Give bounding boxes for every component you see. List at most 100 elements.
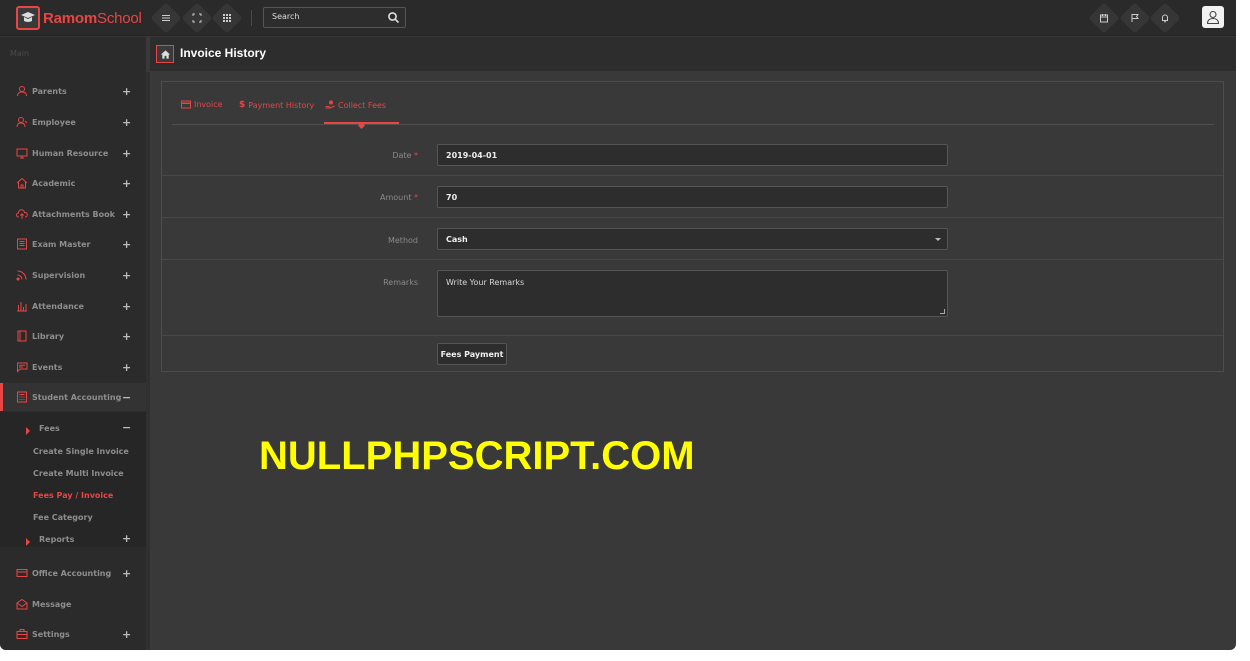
chevron-down-icon (935, 238, 941, 241)
sidebar-item-supervision[interactable]: Supervision + (0, 261, 146, 289)
fees-payment-button[interactable]: Fees Payment (437, 343, 507, 365)
brand-logo[interactable]: RamomSchool (16, 5, 142, 31)
method-label: Method (387, 236, 418, 245)
sidebar-item-library[interactable]: Library + (0, 322, 146, 350)
amount-field[interactable]: 70 (437, 186, 948, 208)
toolbox-icon (16, 629, 28, 639)
sidebar-edge (146, 72, 150, 650)
bell-icon[interactable] (1154, 7, 1176, 29)
sidebar-item-student-accounting[interactable]: Student Accounting − (0, 383, 146, 411)
expand-icon[interactable]: + (122, 85, 131, 98)
remarks-label: Remarks (383, 278, 418, 287)
resize-handle-icon[interactable] (940, 309, 945, 314)
method-select[interactable]: Cash (437, 228, 948, 250)
flag-icon[interactable] (1124, 7, 1146, 29)
sidebar-item-office-accounting[interactable]: Office Accounting + (0, 559, 146, 587)
sidebar-item-events[interactable]: Events + (0, 353, 146, 381)
sidebar-item-parents[interactable]: Parents + (0, 77, 146, 105)
page-header: Invoice History (150, 37, 1236, 71)
expand-icon[interactable]: + (122, 628, 131, 641)
sidebar-item-label: Office Accounting (32, 568, 112, 578)
sidebar-item-label: Settings (32, 629, 70, 639)
search-input[interactable]: Search (272, 12, 299, 21)
submenu-item-fee-category[interactable]: Fee Category (33, 513, 93, 522)
expand-icon[interactable]: + (122, 330, 131, 343)
expand-icon[interactable]: + (122, 269, 131, 282)
collapse-icon[interactable]: − (122, 421, 131, 434)
submenu-item-fees-pay-invoice[interactable]: Fees Pay / Invoice (33, 491, 113, 500)
brand-name: RamomSchool (43, 10, 142, 27)
brand-name-light: School (97, 9, 142, 27)
fullscreen-icon[interactable] (186, 7, 208, 29)
expand-icon[interactable]: + (122, 238, 131, 251)
sidebar-item-label: Human Resource (32, 148, 109, 158)
bar-chart-icon (17, 302, 27, 312)
sidebar-item-label: Student Accounting (32, 392, 122, 402)
student-accounting-submenu: Fees − Create Single Invoice Create Mult… (0, 412, 146, 547)
sidebar-item-academic[interactable]: Academic + (0, 169, 146, 197)
caret-right-icon (26, 538, 30, 546)
invoice-icon (181, 100, 191, 109)
date-label-text: Date (392, 151, 412, 160)
tab-invoice[interactable]: Invoice (181, 100, 223, 109)
cloud-upload-icon (16, 209, 28, 219)
sidebar-item-label: Exam Master (32, 239, 91, 249)
watermark-text: NULLPHPSCRIPT.COM (259, 434, 695, 478)
sidebar-item-attendance[interactable]: Attendance + (0, 292, 146, 320)
calendar-icon[interactable] (1093, 7, 1115, 29)
sidebar: Main Parents + Employee + Human Resource… (0, 37, 146, 650)
tab-label: Invoice (194, 100, 223, 109)
menu-icon[interactable] (155, 7, 177, 29)
envelope-icon (16, 598, 28, 610)
expand-icon[interactable]: + (122, 116, 131, 129)
dollar-icon: $ (239, 100, 246, 110)
required-mark: * (414, 151, 418, 160)
top-header: RamomSchool Search (0, 0, 1236, 36)
search-icon[interactable] (387, 11, 400, 24)
tab-bar: Invoice $ Payment History Collect Fees (172, 82, 1214, 130)
hand-coin-icon (325, 100, 335, 109)
submenu-item-create-single-invoice[interactable]: Create Single Invoice (33, 447, 129, 456)
sidebar-item-label: Library (32, 331, 65, 341)
date-value: 2019-04-01 (446, 151, 498, 160)
sidebar-item-label: Supervision (32, 270, 86, 280)
expand-icon[interactable]: + (122, 177, 131, 190)
collect-fees-panel: Invoice $ Payment History Collect Fees D… (161, 81, 1224, 372)
collapse-icon[interactable]: − (122, 391, 131, 404)
submenu-item-create-multi-invoice[interactable]: Create Multi Invoice (33, 469, 124, 478)
expand-icon[interactable]: + (122, 208, 131, 221)
expand-icon[interactable]: + (122, 567, 131, 580)
tab-label: Collect Fees (338, 100, 387, 110)
user-avatar-icon[interactable] (1202, 6, 1224, 28)
book-icon (17, 238, 27, 250)
sidebar-item-label: Message (32, 599, 72, 609)
sidebar-item-label: Attachments Book (32, 209, 115, 219)
apps-grid-icon[interactable] (216, 7, 238, 29)
sidebar-item-human-resource[interactable]: Human Resource + (0, 139, 146, 167)
sidebar-item-message[interactable]: Message (0, 590, 146, 618)
date-field[interactable]: 2019-04-01 (437, 144, 948, 166)
credit-card-icon (16, 569, 28, 577)
submenu-group-reports[interactable]: Reports (39, 535, 74, 544)
sidebar-item-label: Attendance (32, 301, 84, 311)
search-box[interactable]: Search (263, 7, 406, 28)
sidebar-item-attachments-book[interactable]: Attachments Book + (0, 200, 146, 228)
expand-icon[interactable]: + (122, 361, 131, 374)
tab-collect-fees[interactable]: Collect Fees (325, 100, 386, 110)
sidebar-item-label: Parents (32, 86, 67, 96)
expand-icon[interactable]: + (122, 300, 131, 313)
expand-icon[interactable]: + (122, 147, 131, 160)
tab-payment-history[interactable]: $ Payment History (239, 100, 314, 110)
submenu-group-fees[interactable]: Fees (39, 424, 60, 433)
school-logo-icon (16, 6, 40, 30)
expand-icon[interactable]: + (122, 532, 131, 545)
tab-label: Payment History (248, 100, 315, 110)
remarks-textarea[interactable]: Write Your Remarks (437, 270, 948, 317)
sidebar-item-settings[interactable]: Settings + (0, 620, 146, 648)
app-window: RamomSchool Search Main Parents + Employ… (0, 0, 1236, 650)
sidebar-item-exam-master[interactable]: Exam Master + (0, 230, 146, 258)
home-icon (160, 49, 170, 59)
sidebar-item-employee[interactable]: Employee + (0, 108, 146, 136)
caret-right-icon (26, 427, 30, 435)
home-button[interactable] (156, 45, 174, 63)
